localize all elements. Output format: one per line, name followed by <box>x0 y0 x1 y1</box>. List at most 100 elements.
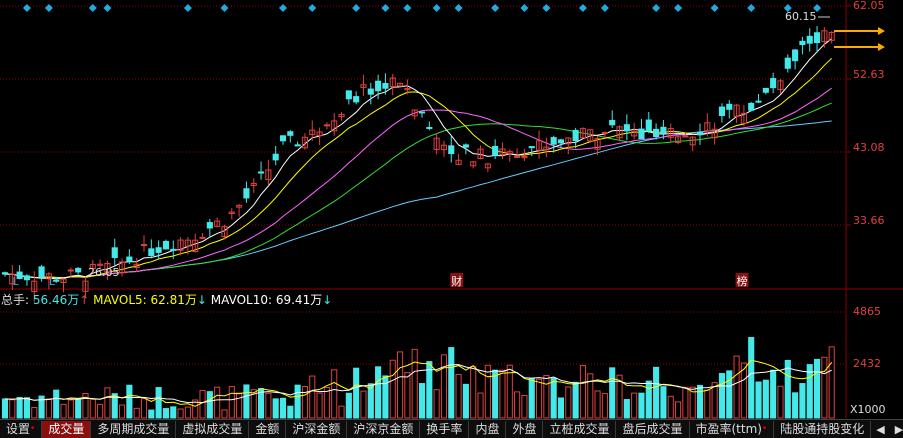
volume-bar <box>543 375 550 419</box>
mavol10-line <box>4 364 832 404</box>
total-volume-value: 56.46万 <box>32 293 80 307</box>
tab-13[interactable]: 陆股通持股变化 <box>774 420 872 438</box>
event-diamond-icon <box>183 4 192 12</box>
volume-bar <box>440 354 448 419</box>
candle-body <box>528 146 535 149</box>
event-diamond-icon <box>600 4 609 12</box>
scroll-right-icon[interactable]: ▶ <box>890 421 903 438</box>
event-marker-0[interactable]: L <box>12 275 19 288</box>
tab-label: 沪深金额 <box>292 421 341 436</box>
candle-body <box>572 129 579 142</box>
tab-7[interactable]: 换手率 <box>420 420 470 438</box>
candle-body <box>748 102 755 111</box>
volume-bar <box>784 359 791 419</box>
price-tick-2: 52.63 <box>853 68 885 81</box>
tab-label: 虚拟成交量 <box>182 421 243 436</box>
event-diamond-icon <box>381 4 390 12</box>
volume-bar <box>528 378 535 419</box>
candle-body <box>257 171 265 174</box>
event-marker-1[interactable]: L <box>49 275 56 288</box>
volume-bar <box>177 408 184 419</box>
arrow-right-icon <box>878 43 885 51</box>
event-diamond-icon <box>652 4 661 12</box>
volume-bar <box>184 406 191 419</box>
tab-6[interactable]: 沪深京金额 <box>347 420 421 438</box>
volume-bar <box>199 390 206 419</box>
tab-label: 多周期成交量 <box>97 421 170 436</box>
candle-body <box>660 126 667 134</box>
volume-bar <box>718 373 726 419</box>
candle-body <box>462 144 469 148</box>
price-tick-4: 33.66 <box>853 214 885 227</box>
event-marker-3[interactable]: 榜 <box>737 274 748 288</box>
volume-bar <box>777 385 784 419</box>
tab-0[interactable]: 设置• <box>0 420 43 438</box>
volume-bar <box>228 386 235 419</box>
candle-body <box>23 275 31 281</box>
scroll-left-icon[interactable]: ◀ <box>871 421 889 438</box>
volume-bar <box>609 367 616 419</box>
tab-9[interactable]: 外盘 <box>506 420 544 438</box>
volume-bar <box>118 404 126 419</box>
candle-body <box>170 248 177 251</box>
tab-2[interactable]: 多周期成交量 <box>91 420 177 438</box>
candle-body <box>155 247 162 253</box>
volume-bar <box>550 377 557 419</box>
stock-chart[interactable]: LL财榜 <box>0 0 903 437</box>
tab-12[interactable]: 市盈率(ttm)• <box>690 420 775 438</box>
candle-body <box>272 153 279 161</box>
volume-bar <box>484 364 491 419</box>
tab-8[interactable]: 内盘 <box>469 420 507 438</box>
event-diamond-icon <box>578 4 587 12</box>
tab-1[interactable]: 成交量 <box>42 420 92 438</box>
volume-bar <box>16 396 23 419</box>
tab-11[interactable]: 盘后成交量 <box>616 420 690 438</box>
tab-label: 换手率 <box>426 421 463 436</box>
volume-bar <box>301 385 309 419</box>
candle-body <box>638 128 645 140</box>
volume-bar <box>89 398 96 419</box>
event-diamond-icon <box>220 4 229 12</box>
volume-bar <box>236 392 243 419</box>
volume-bar <box>594 390 601 419</box>
volume-bar <box>316 392 323 419</box>
tab-3[interactable]: 虚拟成交量 <box>176 420 250 438</box>
tab-5[interactable]: 沪深金额 <box>286 420 348 438</box>
tab-4[interactable]: 金额 <box>249 420 287 438</box>
volume-bar <box>243 384 250 419</box>
mavol5-label: MAVOL5: <box>93 293 151 307</box>
event-diamond-icon <box>491 4 500 12</box>
event-marker-2[interactable]: 财 <box>451 274 462 288</box>
candle-body <box>38 266 45 278</box>
candle-body <box>345 90 352 100</box>
candle-body <box>770 78 777 89</box>
candle-body <box>1 272 9 275</box>
candle-body <box>645 119 652 132</box>
volume-legend: 总手: 56.46万↑ MAVOL5: 62.81万↓ MAVOL10: 69.… <box>1 294 332 306</box>
candle-body <box>382 83 389 89</box>
candle-body <box>140 244 148 247</box>
event-diamond-icon <box>432 4 441 12</box>
volume-bar <box>206 391 213 419</box>
volume-bar <box>813 358 821 419</box>
event-diamond-icon <box>542 4 551 12</box>
volume-bar <box>45 398 52 419</box>
volume-bar <box>97 403 104 419</box>
tab-10[interactable]: 立桩成交量 <box>543 420 617 438</box>
event-diamond-icon <box>308 4 317 12</box>
volume-bar <box>601 393 608 419</box>
volume-bar <box>133 407 140 419</box>
candle-body <box>718 106 726 116</box>
event-diamond-icon <box>520 4 529 12</box>
volume-bar <box>638 392 645 419</box>
volume-bar <box>755 381 762 419</box>
indicator-tab-bar: 设置• 成交量 多周期成交量 虚拟成交量 金额 沪深金额 沪深京金额 换手率 内盘 外盘 立桩成交量… <box>0 419 903 438</box>
volume-bar <box>806 364 813 419</box>
volume-bar <box>140 397 148 419</box>
event-diamond-icon <box>403 4 412 12</box>
volume-bar <box>104 387 111 419</box>
price-tick-1: 62.05 <box>853 0 885 12</box>
volume-bar <box>265 392 272 419</box>
volume-bar <box>162 408 170 419</box>
volume-bar <box>579 365 587 419</box>
